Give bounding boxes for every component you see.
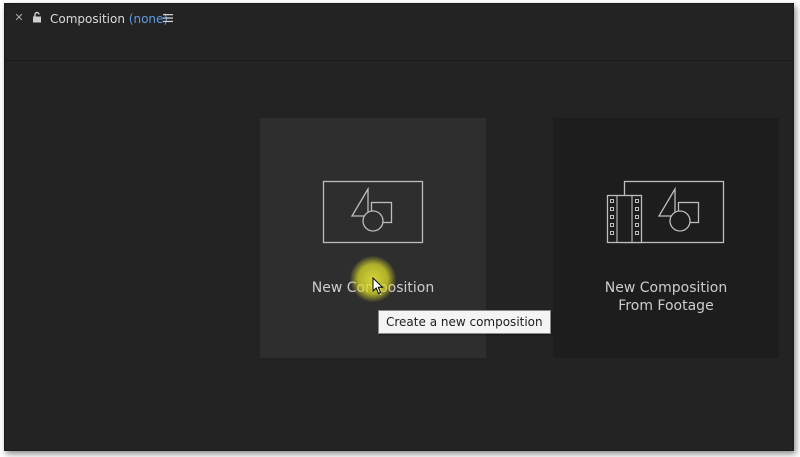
new-composition-from-footage-button[interactable]: New Composition From Footage <box>553 118 779 358</box>
lock-icon[interactable] <box>31 11 43 23</box>
footage-label-line2: From Footage <box>618 298 714 314</box>
panel-tab-bar: ✕ Composition (none) <box>5 4 793 35</box>
panel-tab-title[interactable]: Composition (none) <box>50 12 168 26</box>
composition-shapes-icon <box>322 180 424 244</box>
tooltip: Create a new composition <box>378 310 551 334</box>
close-icon[interactable]: ✕ <box>13 12 25 24</box>
new-composition-from-footage-label: New Composition From Footage <box>553 279 779 315</box>
footage-label-line1: New Composition <box>604 280 728 296</box>
panel-name: Composition <box>50 12 125 26</box>
mouse-pointer-icon <box>372 277 384 295</box>
hamburger-menu-icon[interactable] <box>163 13 173 23</box>
composition-panel: ✕ Composition (none) New Composition New… <box>4 3 794 451</box>
footage-composition-icon <box>606 180 725 244</box>
panel-divider <box>5 60 793 61</box>
